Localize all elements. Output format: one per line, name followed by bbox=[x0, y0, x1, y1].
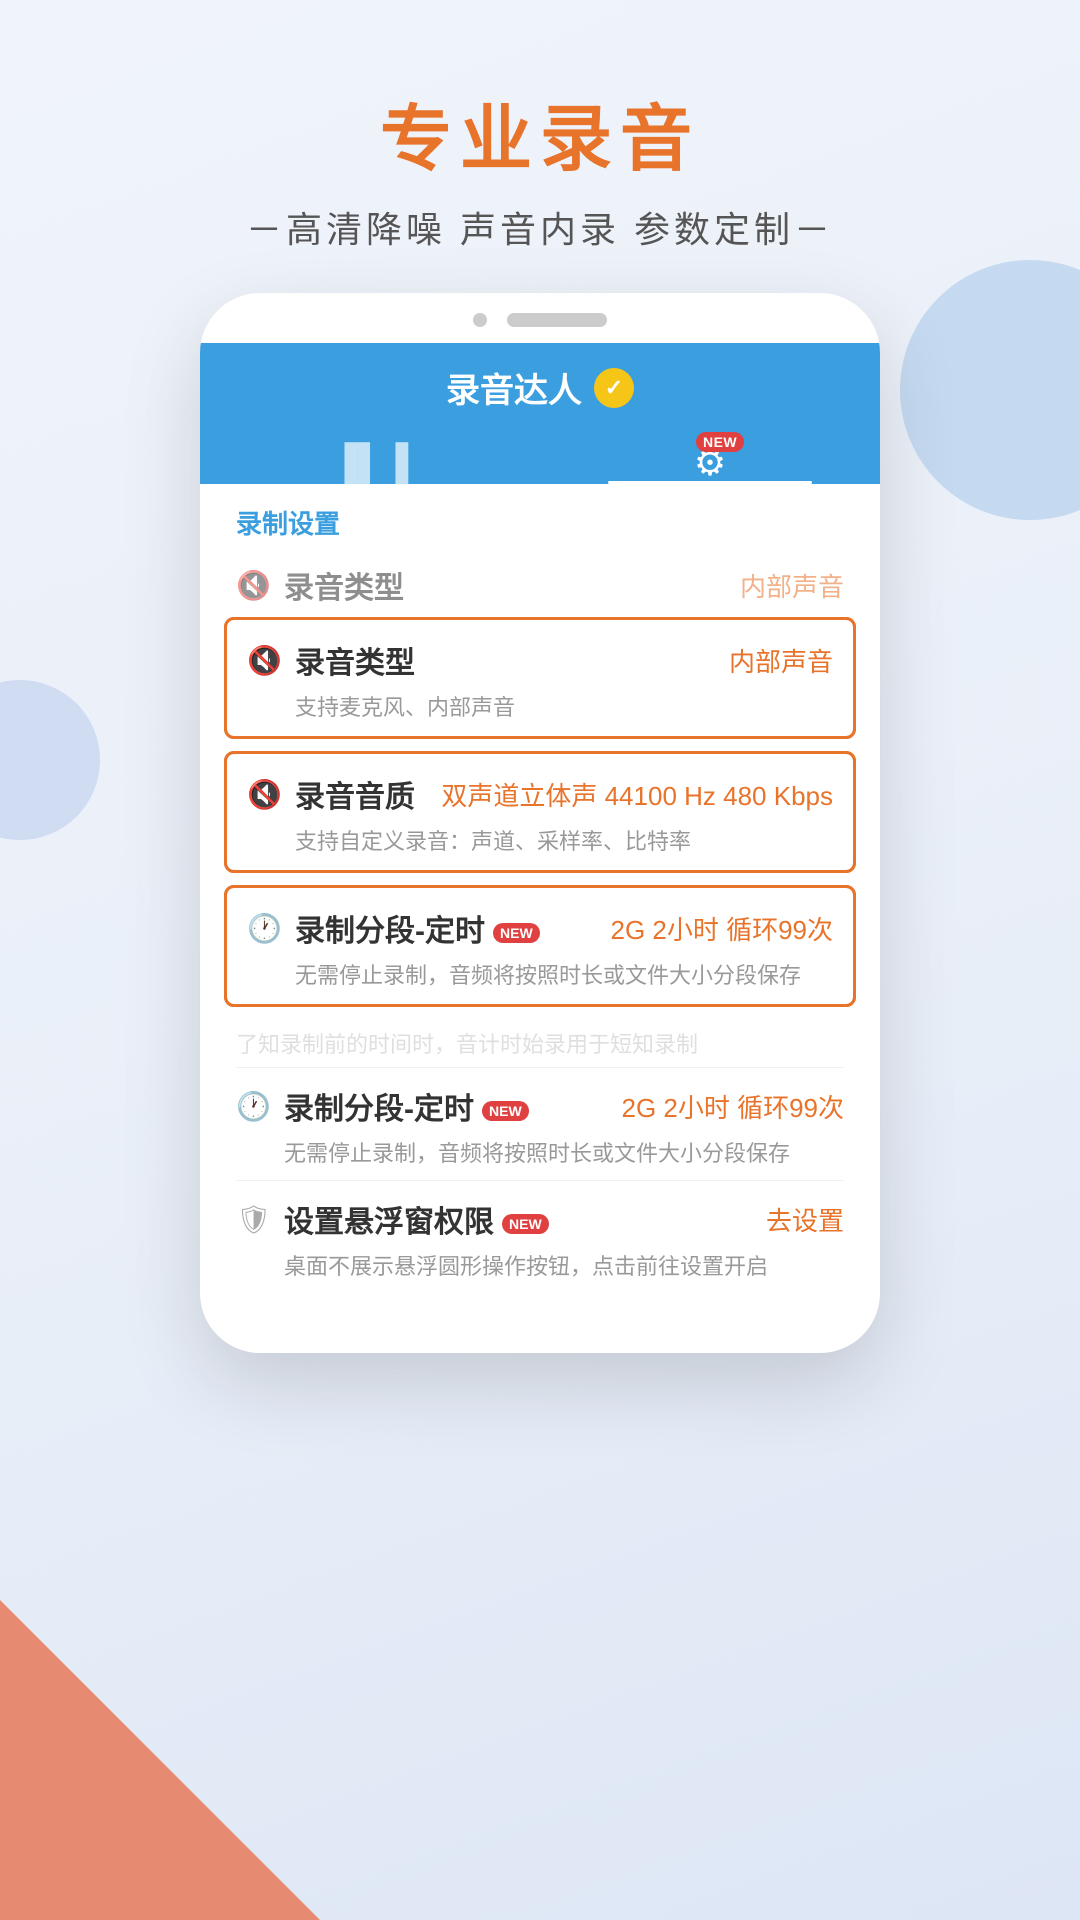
tab-waveform[interactable]: ▐▌▐ bbox=[200, 430, 540, 484]
dim-middle-text: 了知录制前的时间时，音计时始录用于短知录制 bbox=[236, 1032, 698, 1057]
recording-segment-left: 🕐 录制分段-定时NEW bbox=[247, 906, 540, 950]
app-name: 录音达人 bbox=[446, 363, 582, 412]
phone-camera-dot bbox=[473, 313, 487, 327]
phone-notch-bar bbox=[200, 293, 880, 343]
float-permission-left: 🛡 设置悬浮窗权限NEW bbox=[236, 1197, 549, 1241]
page-subtitle: －高清降噪 声音内录 参数定制－ bbox=[0, 201, 1080, 253]
item-desc-recording-quality: 支持自定义录音：声道、采样率、比特率 bbox=[247, 824, 833, 856]
item-value-float-permission: 去设置 bbox=[766, 1201, 844, 1238]
highlighted-recording-type: 🔇 录音类型 内部声音 支持麦克风、内部声音 bbox=[224, 617, 856, 739]
float-new-badge: NEW bbox=[502, 1214, 549, 1234]
settings-section-label: 录制设置 bbox=[200, 484, 880, 549]
item-value-recording-quality: 双声道立体声 44100 Hz 480 Kbps bbox=[441, 776, 833, 813]
waveform-icon: ▐▌▐ bbox=[332, 442, 409, 484]
item-title-recording-segment-2: 录制分段-定时NEW bbox=[284, 1084, 529, 1128]
item-title-recording-segment: 录制分段-定时NEW bbox=[295, 906, 540, 950]
recording-segment-main: 🕐 录制分段-定时NEW 2G 2小时 循环99次 bbox=[247, 906, 833, 950]
item-value-recording-segment: 2G 2小时 循环99次 bbox=[610, 910, 833, 947]
app-tabs: ▐▌▐ ⚙ NEW bbox=[200, 430, 880, 484]
segment-new-badge: NEW bbox=[493, 923, 540, 943]
settings-item-recording-type-dim: 🔇 录音类型 内部声音 bbox=[200, 549, 880, 617]
clock-icon: 🕐 bbox=[247, 912, 279, 945]
tab-settings[interactable]: ⚙ NEW bbox=[540, 430, 880, 484]
highlighted-recording-quality: 🔇 录音音质 双声道立体声 44100 Hz 480 Kbps 支持自定义录音：… bbox=[224, 751, 856, 873]
page-title-section: 专业录音 －高清降噪 声音内录 参数定制－ bbox=[0, 0, 1080, 293]
item-title-float-permission: 设置悬浮窗权限NEW bbox=[284, 1197, 549, 1241]
app-header: 录音达人 ▐▌▐ ⚙ NEW bbox=[200, 343, 880, 484]
item-title-recording-type: 录音类型 bbox=[295, 638, 415, 682]
speaker-quality-icon: 🔇 bbox=[247, 778, 279, 811]
item-value-recording-segment-2: 2G 2小时 循环99次 bbox=[621, 1088, 844, 1125]
item-desc-recording-segment-2: 无需停止录制，音频将按照时长或文件大小分段保存 bbox=[236, 1136, 844, 1168]
recording-quality-main: 🔇 录音音质 双声道立体声 44100 Hz 480 Kbps bbox=[247, 772, 833, 816]
deco-triangle-bottom-left bbox=[0, 1600, 320, 1920]
item-desc-recording-segment: 无需停止录制，音频将按照时长或文件大小分段保存 bbox=[247, 958, 833, 990]
settings-item-left-dim: 🔇 录音类型 bbox=[236, 563, 404, 607]
deco-circle-top-right bbox=[900, 260, 1080, 520]
segment-2-new-badge: NEW bbox=[482, 1101, 529, 1121]
item-desc-recording-type: 支持麦克风、内部声音 bbox=[247, 690, 833, 722]
speaker-icon-dim: 🔇 bbox=[236, 569, 268, 602]
speaker-icon: 🔇 bbox=[247, 644, 279, 677]
settings-new-badge: NEW bbox=[696, 432, 744, 452]
highlighted-recording-segment: 🕐 录制分段-定时NEW 2G 2小时 循环99次 无需停止录制，音频将按照时长… bbox=[224, 885, 856, 1007]
app-verified-badge bbox=[594, 368, 634, 408]
app-header-title-row: 录音达人 bbox=[200, 363, 880, 430]
deco-circle-left bbox=[0, 680, 100, 840]
clock-icon-2: 🕐 bbox=[236, 1090, 268, 1123]
phone-speaker-pill bbox=[507, 313, 607, 327]
recording-quality-left: 🔇 录音音质 bbox=[247, 772, 415, 816]
page-main-title: 专业录音 bbox=[0, 80, 1080, 185]
phone-mockup: 录音达人 ▐▌▐ ⚙ NEW 录制设置 🔇 录音类型 内部声音 bbox=[200, 293, 880, 1353]
settings-item-dim-middle: 了知录制前的时间时，音计时始录用于短知录制 bbox=[200, 1019, 880, 1067]
float-permission-main: 🛡 设置悬浮窗权限NEW 去设置 bbox=[236, 1197, 844, 1241]
recording-type-main: 🔇 录音类型 内部声音 bbox=[247, 638, 833, 682]
item-title-recording-type-dim: 录音类型 bbox=[284, 563, 404, 607]
item-desc-float-permission: 桌面不展示悬浮圆形操作按钮，点击前往设置开启 bbox=[236, 1249, 844, 1281]
settings-item-main-dim: 🔇 录音类型 内部声音 bbox=[236, 563, 844, 607]
recording-segment-2-main: 🕐 录制分段-定时NEW 2G 2小时 循环99次 bbox=[236, 1084, 844, 1128]
item-title-recording-quality: 录音音质 bbox=[295, 772, 415, 816]
item-value-recording-type-dim: 内部声音 bbox=[740, 567, 844, 604]
settings-tab-wrapper: ⚙ NEW bbox=[694, 442, 726, 484]
recording-type-left: 🔇 录音类型 bbox=[247, 638, 415, 682]
settings-item-float-permission[interactable]: 🛡 设置悬浮窗权限NEW 去设置 桌面不展示悬浮圆形操作按钮，点击前往设置开启 bbox=[200, 1181, 880, 1293]
shield-icon: 🛡 bbox=[236, 1203, 268, 1236]
recording-segment-2-left: 🕐 录制分段-定时NEW bbox=[236, 1084, 529, 1128]
settings-item-recording-segment-2[interactable]: 🕐 录制分段-定时NEW 2G 2小时 循环99次 无需停止录制，音频将按照时长… bbox=[200, 1068, 880, 1180]
item-value-recording-type: 内部声音 bbox=[729, 642, 833, 679]
